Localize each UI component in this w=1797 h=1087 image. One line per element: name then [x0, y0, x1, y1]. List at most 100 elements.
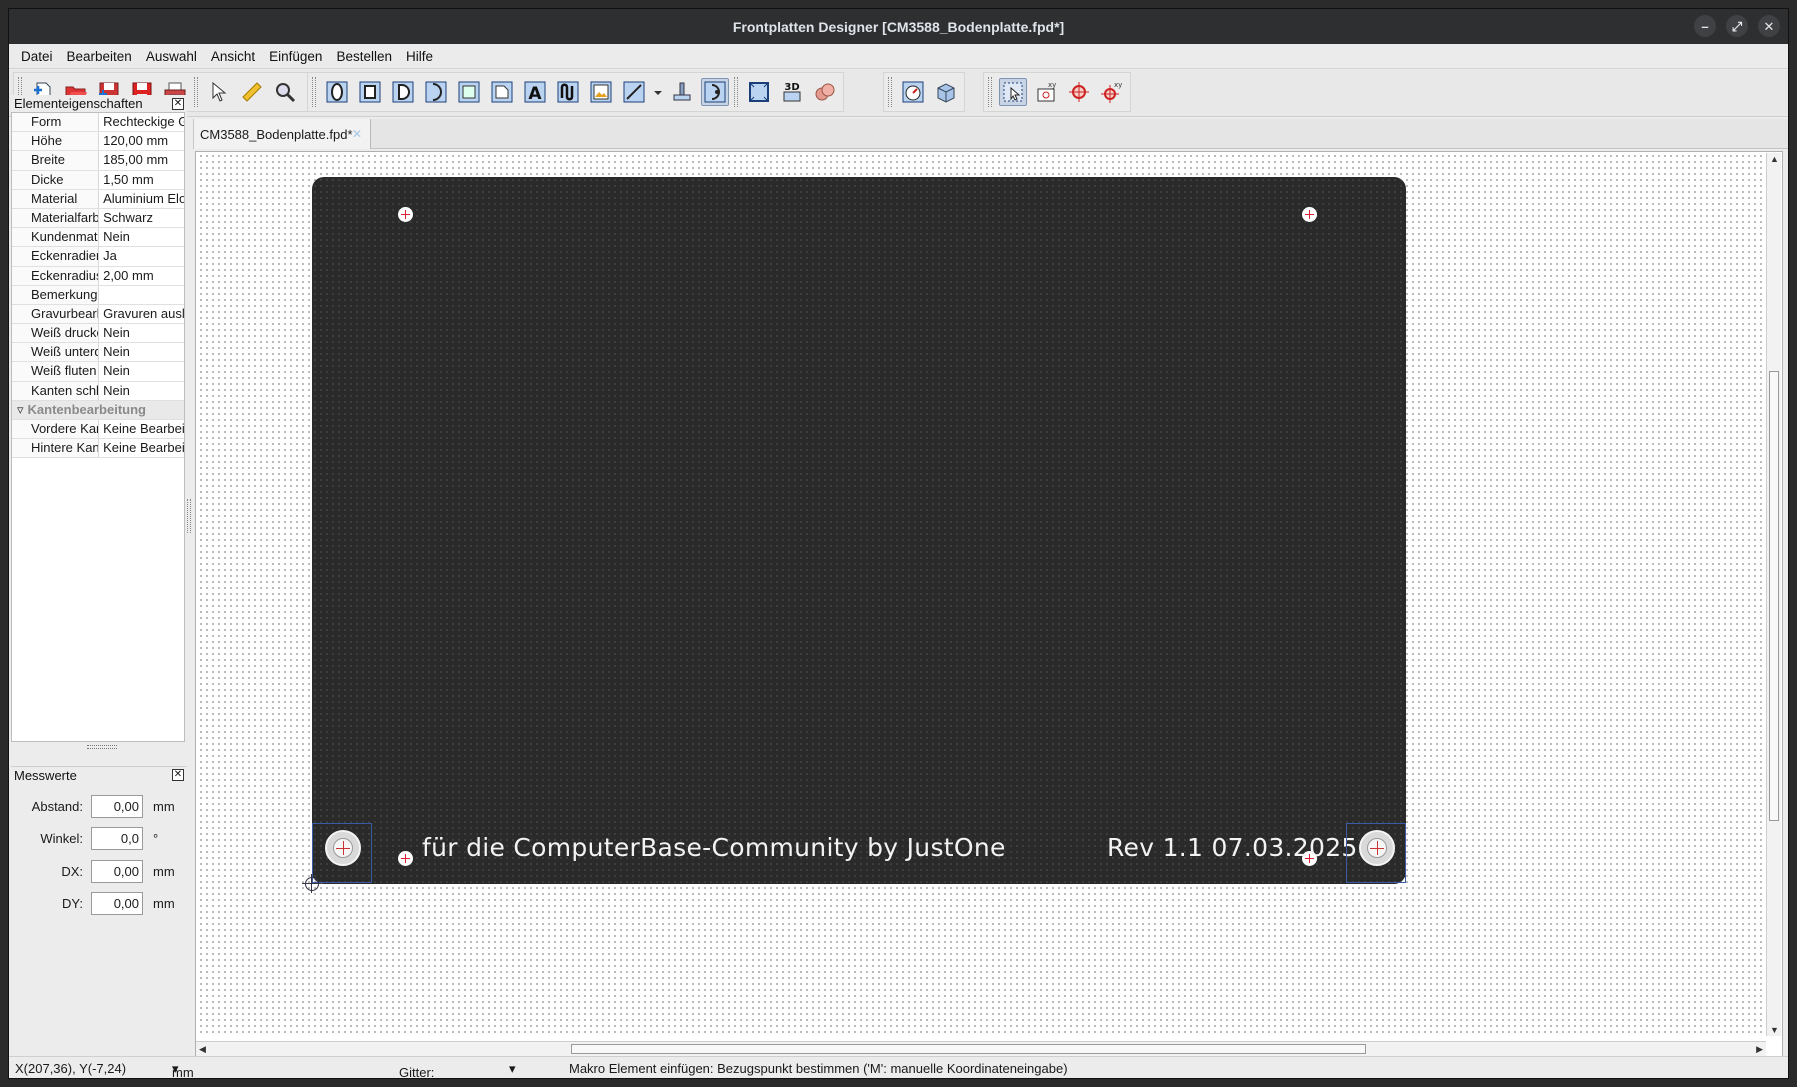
snap-xy-icon[interactable]: xy [1032, 78, 1060, 106]
property-row[interactable]: Weiß drucke Nein [12, 324, 184, 344]
line-tool-dropdown-icon[interactable] [653, 78, 663, 106]
snap-target-icon[interactable] [1065, 78, 1093, 106]
scroll-down-icon[interactable]: ▼ [1770, 1025, 1779, 1035]
square-cutout-icon[interactable] [455, 78, 483, 106]
snap-select-icon[interactable] [999, 78, 1027, 106]
property-group-header[interactable]: ▿ Kantenbearbeitung [12, 401, 146, 419]
text-icon[interactable]: A [521, 78, 549, 106]
panel-close-icon[interactable]: ✕ [172, 97, 184, 110]
property-row[interactable]: Vordere Kan Keine Bearbeit [12, 420, 184, 440]
menu-bearbeiten[interactable]: Bearbeiten [60, 49, 139, 64]
line-tool-icon[interactable] [620, 78, 648, 106]
property-value[interactable]: Nein [99, 343, 184, 361]
coins-icon[interactable] [811, 78, 839, 106]
minimize-icon[interactable]: – [1694, 15, 1716, 37]
expand-triangle-icon[interactable]: ▿ [17, 401, 24, 419]
double-d-hole-icon[interactable] [422, 78, 450, 106]
menu-auswahl[interactable]: Auswahl [139, 49, 204, 64]
toolbar-grip[interactable] [734, 77, 738, 107]
property-group-row[interactable]: ▿ Kantenbearbeitung [12, 400, 184, 420]
property-value[interactable] [99, 286, 184, 304]
property-value[interactable]: 2,00 mm [99, 267, 184, 285]
menu-bestellen[interactable]: Bestellen [329, 49, 399, 64]
toolbar-grip[interactable] [888, 77, 892, 107]
countersink-selected[interactable] [312, 823, 372, 883]
property-row[interactable]: Gravurbearb Gravuren ausle [12, 304, 184, 325]
vertical-scrollbar[interactable]: ▲ ▼ [1766, 153, 1781, 1036]
property-row[interactable]: Kundenmate Nein [12, 228, 184, 248]
bolt-icon[interactable] [668, 78, 696, 106]
polygon-cutout-icon[interactable] [488, 78, 516, 106]
countersink-icon[interactable] [701, 78, 729, 106]
property-value[interactable]: Keine Bearbeit [99, 439, 184, 457]
d-hole-icon[interactable] [389, 78, 417, 106]
property-row[interactable]: Bemerkung [12, 285, 184, 305]
property-row[interactable]: MaterialfarbeSchwarz [12, 208, 184, 229]
property-value[interactable]: Nein [99, 382, 184, 400]
property-value[interactable]: Nein [99, 324, 184, 342]
box-3d-icon[interactable] [932, 78, 960, 106]
countersink-selected[interactable] [1346, 823, 1406, 883]
maximize-icon[interactable]: ⤢ [1726, 15, 1748, 37]
tab-close-icon[interactable]: ✕ [352, 127, 362, 141]
panel-splitter[interactable] [87, 745, 117, 749]
property-row[interactable]: Höhe 120,00 mm [12, 132, 184, 152]
gauge-icon[interactable] [899, 78, 927, 106]
snap-coords-icon[interactable]: xy [1098, 78, 1126, 106]
curve-text-icon[interactable] [554, 78, 582, 106]
front-panel-plate[interactable]: für die ComputerBase-Community by JustOn… [312, 177, 1406, 884]
menu-ansicht[interactable]: Ansicht [204, 49, 262, 64]
scroll-right-icon[interactable]: ▶ [1756, 1044, 1763, 1055]
menu-hilfe[interactable]: Hilfe [399, 49, 440, 64]
property-value[interactable]: Gravuren ausle [99, 305, 184, 323]
engraving-text-left[interactable]: für die ComputerBase-Community by JustOn… [422, 833, 1006, 862]
unit-selector[interactable]: mm ▾ [172, 1061, 194, 1078]
dx-field[interactable]: 0,00 [91, 859, 143, 883]
abstand-field[interactable]: 0,00 [91, 794, 143, 818]
ruler-icon[interactable] [238, 78, 266, 106]
dy-field[interactable]: 0,00 [91, 891, 143, 915]
mounting-hole[interactable] [398, 851, 413, 866]
image-icon[interactable] [587, 78, 615, 106]
menu-einfuegen[interactable]: Einfügen [262, 49, 329, 64]
toolbar-grip[interactable] [194, 77, 198, 107]
scroll-left-icon[interactable]: ◀ [199, 1044, 206, 1055]
property-row[interactable]: Hintere Kant Keine Bearbeit [12, 439, 184, 459]
property-row[interactable]: Eckenradien Ja [12, 247, 184, 267]
property-row[interactable]: Weiß unterd Nein [12, 343, 184, 363]
mounting-hole[interactable] [398, 207, 413, 222]
property-value[interactable]: Ja [99, 247, 184, 265]
property-row[interactable]: Weiß fluten Nein [12, 362, 184, 382]
dock-splitter[interactable] [187, 499, 191, 533]
close-icon[interactable]: ✕ [1758, 15, 1780, 37]
property-value[interactable]: 185,00 mm [99, 151, 184, 169]
zoom-icon[interactable] [271, 78, 299, 106]
property-row[interactable]: Kanten schle Nein [12, 381, 184, 401]
property-row[interactable]: Breite 185,00 mm [12, 151, 184, 171]
property-value[interactable]: Nein [99, 228, 184, 246]
engraving-text-right[interactable]: Rev 1.1 07.03.2025 [1107, 833, 1358, 862]
view-3d-icon[interactable]: 3D [778, 78, 806, 106]
vertical-scroll-thumb[interactable] [1769, 371, 1779, 821]
property-value[interactable]: Rechteckige G [99, 113, 184, 131]
property-value[interactable]: Keine Bearbeit [99, 420, 184, 438]
toolbar-grip[interactable] [312, 77, 316, 107]
select-pointer-icon[interactable] [205, 78, 233, 106]
rect-hole-icon[interactable] [356, 78, 384, 106]
property-row[interactable]: Material Aluminium Elox [12, 189, 184, 209]
properties-grid[interactable]: Form Rechteckige G Höhe 120,00 mm Breite 185,… [11, 112, 185, 742]
property-value[interactable]: 120,00 mm [99, 132, 184, 150]
property-value[interactable]: Nein [99, 362, 184, 380]
property-row[interactable]: Form Rechteckige G [12, 113, 184, 133]
drawing-canvas[interactable]: für die ComputerBase-Community by JustOn… [198, 153, 1766, 1036]
scroll-up-icon[interactable]: ▲ [1770, 154, 1779, 164]
panel-close-icon[interactable]: ✕ [172, 769, 184, 781]
horizontal-scroll-thumb[interactable] [571, 1044, 1366, 1054]
property-row[interactable]: Dicke 1,50 mm [12, 170, 184, 190]
menu-datei[interactable]: Datei [14, 49, 60, 64]
property-value[interactable]: Aluminium Elox [99, 190, 184, 208]
winkel-field[interactable]: 0,0 [91, 826, 143, 850]
round-hole-icon[interactable] [323, 78, 351, 106]
tab-cm3588-bodenplatte[interactable]: CM3588_Bodenplatte.fpd* ✕ [193, 119, 371, 149]
toolbar-grip[interactable] [988, 77, 992, 107]
